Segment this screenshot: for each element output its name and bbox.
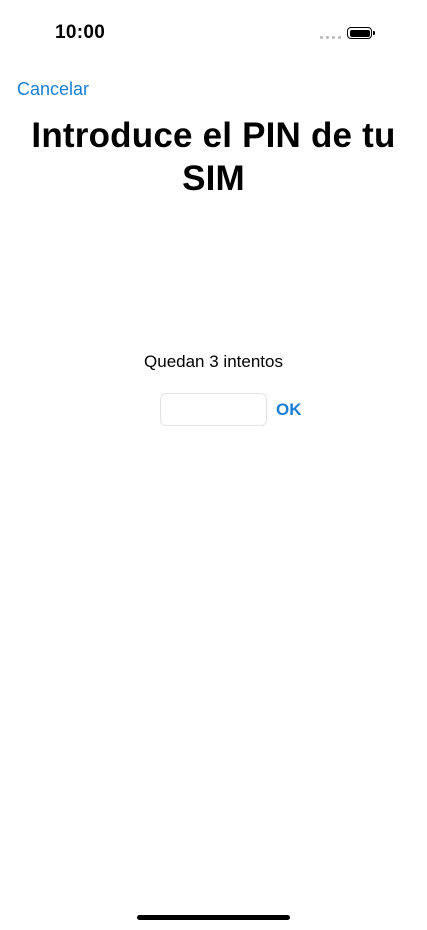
ok-button[interactable]: OK <box>276 400 302 420</box>
signal-dots-icon <box>320 36 341 39</box>
status-bar: 10:00 <box>0 0 427 60</box>
cancel-button[interactable]: Cancelar <box>17 79 89 100</box>
attempts-remaining-text: Quedan 3 intentos <box>144 352 283 371</box>
battery-tip <box>373 31 375 35</box>
home-indicator[interactable] <box>137 915 290 920</box>
pin-input[interactable] <box>160 393 267 426</box>
battery-icon <box>347 27 372 39</box>
page-title: Introduce el PIN de tu SIM <box>31 116 396 198</box>
status-time: 10:00 <box>55 22 106 43</box>
